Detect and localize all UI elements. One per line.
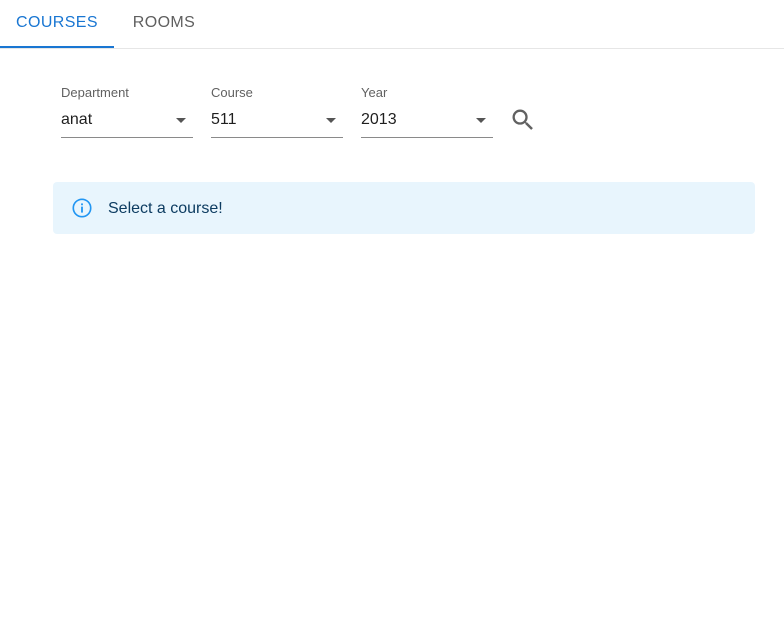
year-label: Year xyxy=(361,85,388,100)
year-value: 2013 xyxy=(361,111,397,128)
chevron-down-icon xyxy=(476,118,486,123)
year-select[interactable]: Year 2013 xyxy=(361,83,493,139)
tab-courses[interactable]: COURSES xyxy=(0,0,114,48)
tab-bar: COURSES ROOMS xyxy=(0,0,784,49)
year-underline xyxy=(361,137,493,138)
department-label: Department xyxy=(61,85,129,100)
tab-indicator xyxy=(0,46,114,48)
course-value: 511 xyxy=(211,111,237,128)
search-icon xyxy=(512,109,533,130)
chevron-down-icon xyxy=(176,118,186,123)
course-label: Course xyxy=(211,85,253,100)
course-underline xyxy=(211,137,343,138)
department-underline xyxy=(61,137,193,138)
course-select[interactable]: Course 511 xyxy=(211,83,343,139)
info-alert: Select a course! xyxy=(53,182,755,234)
alert-message: Select a course! xyxy=(108,200,223,217)
chevron-down-icon xyxy=(326,118,336,123)
tab-rooms[interactable]: ROOMS xyxy=(114,0,214,48)
department-value: anat xyxy=(61,111,93,128)
department-select[interactable]: Department anat xyxy=(61,83,193,139)
info-icon xyxy=(72,198,92,218)
search-button[interactable] xyxy=(509,106,537,134)
